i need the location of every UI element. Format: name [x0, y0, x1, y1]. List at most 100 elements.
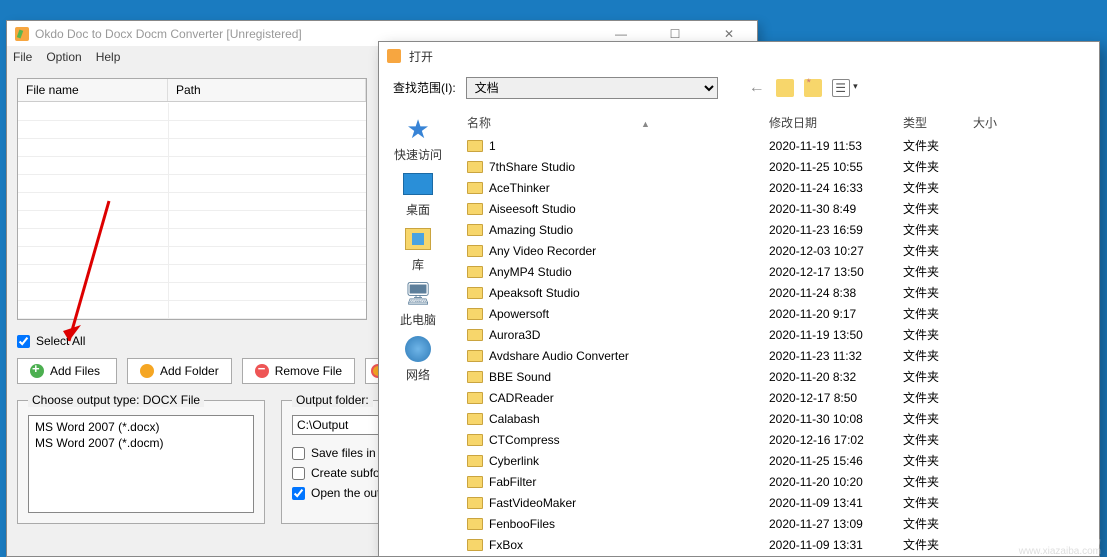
maximize-button[interactable]: ☐	[655, 27, 695, 41]
file-type: 文件夹	[903, 431, 973, 448]
file-row[interactable]: Aurora3D2020-11-19 13:50文件夹	[461, 324, 1089, 345]
library-icon	[405, 228, 431, 250]
scope-select[interactable]: 文档	[466, 77, 718, 99]
file-rows: 12020-11-19 11:53文件夹7thShare Studio2020-…	[461, 135, 1089, 555]
file-date: 2020-12-17 13:50	[769, 265, 903, 279]
add-folder-button[interactable]: Add Folder	[127, 358, 232, 384]
minimize-button[interactable]: —	[601, 27, 641, 41]
file-row[interactable]: BBE Sound2020-11-20 8:32文件夹	[461, 366, 1089, 387]
add-files-button[interactable]: Add Files	[17, 358, 117, 384]
file-date: 2020-11-23 16:59	[769, 223, 903, 237]
menu-option[interactable]: Option	[46, 50, 81, 64]
file-name: Avdshare Audio Converter	[489, 349, 629, 363]
file-row[interactable]: Amazing Studio2020-11-23 16:59文件夹	[461, 219, 1089, 240]
file-row[interactable]: Cyberlink2020-11-25 15:46文件夹	[461, 450, 1089, 471]
opt-save-checkbox[interactable]	[292, 447, 305, 460]
file-name: BBE Sound	[489, 370, 551, 384]
opt-open-checkbox[interactable]	[292, 487, 305, 500]
file-date: 2020-11-24 16:33	[769, 181, 903, 195]
folder-icon	[140, 364, 154, 378]
file-row[interactable]: FxBox2020-11-09 13:31文件夹	[461, 534, 1089, 555]
view-mode-icon[interactable]: ☰	[832, 79, 850, 97]
select-all-checkbox[interactable]	[17, 335, 30, 348]
up-folder-icon[interactable]	[776, 79, 794, 97]
file-grid[interactable]: File name Path	[17, 78, 367, 320]
folder-icon	[467, 371, 483, 383]
file-type: 文件夹	[903, 242, 973, 259]
place-desktop[interactable]: 桌面	[401, 169, 435, 218]
col-name[interactable]: 名称▲	[461, 114, 769, 131]
dialog-title: 打开	[409, 48, 433, 65]
file-row[interactable]: FastVideoMaker2020-11-09 13:41文件夹	[461, 492, 1089, 513]
desktop-icon	[403, 173, 433, 195]
file-type: 文件夹	[903, 389, 973, 406]
folder-icon	[467, 455, 483, 467]
grid-body	[18, 103, 366, 319]
menu-help[interactable]: Help	[96, 50, 121, 64]
file-row[interactable]: Apowersoft2020-11-20 9:17文件夹	[461, 303, 1089, 324]
file-type: 文件夹	[903, 410, 973, 427]
opt-subfolder-label: Create subfol	[311, 466, 382, 480]
new-folder-icon[interactable]	[804, 79, 822, 97]
file-name: FenbooFiles	[489, 517, 555, 531]
col-path[interactable]: Path	[168, 79, 366, 101]
file-row[interactable]: Apeaksoft Studio2020-11-24 8:38文件夹	[461, 282, 1089, 303]
col-filename[interactable]: File name	[18, 79, 168, 101]
file-name: AceThinker	[489, 181, 550, 195]
folder-icon	[467, 266, 483, 278]
file-row[interactable]: 7thShare Studio2020-11-25 10:55文件夹	[461, 156, 1089, 177]
menu-file[interactable]: File	[13, 50, 32, 64]
file-row[interactable]: Calabash2020-11-30 10:08文件夹	[461, 408, 1089, 429]
file-type: 文件夹	[903, 284, 973, 301]
file-date: 2020-11-19 11:53	[769, 139, 903, 153]
place-pc[interactable]: 🖥此电脑	[400, 279, 436, 328]
close-button[interactable]: ✕	[709, 27, 749, 41]
file-date: 2020-11-30 10:08	[769, 412, 903, 426]
remove-file-button[interactable]: Remove File	[242, 358, 355, 384]
file-row[interactable]: FabFilter2020-11-20 10:20文件夹	[461, 471, 1089, 492]
opt-subfolder-checkbox[interactable]	[292, 467, 305, 480]
file-date: 2020-12-16 17:02	[769, 433, 903, 447]
nav-icons: ← ☰	[748, 79, 850, 97]
file-list: 名称▲ 修改日期 类型 大小 1 2020-11-19 11:53 文件夹 7thSh…	[457, 106, 1099, 556]
file-name: CTCompress	[489, 433, 560, 447]
file-row[interactable]: CADReader2020-12-17 8:50文件夹	[461, 387, 1089, 408]
file-name: FastVideoMaker	[489, 496, 576, 510]
col-type[interactable]: 类型	[903, 114, 973, 131]
folder-icon	[467, 434, 483, 446]
col-date[interactable]: 修改日期	[769, 114, 903, 131]
file-name: 7thShare Studio	[489, 160, 575, 174]
back-icon[interactable]: ←	[748, 79, 766, 97]
file-row[interactable]: 12020-11-19 11:53文件夹	[461, 135, 1089, 156]
place-network[interactable]: 网络	[401, 334, 435, 383]
folder-icon	[467, 539, 483, 551]
sort-indicator-icon: ▲	[641, 119, 650, 129]
file-grid-header: File name Path	[18, 79, 366, 102]
file-row[interactable]: FenbooFiles2020-11-27 13:09文件夹	[461, 513, 1089, 534]
output-type-list[interactable]: MS Word 2007 (*.docx) MS Word 2007 (*.do…	[28, 415, 254, 513]
places-bar: ★快速访问 桌面 库 🖥此电脑 网络	[379, 106, 457, 556]
file-date: 2020-11-25 15:46	[769, 454, 903, 468]
folder-icon	[467, 140, 483, 152]
file-row[interactable]: AceThinker 2020-11-24 16:33文件夹	[461, 177, 1089, 198]
file-date: 2020-11-24 8:38	[769, 286, 903, 300]
file-row[interactable]: AnyMP4 Studio2020-12-17 13:50文件夹	[461, 261, 1089, 282]
file-row[interactable]: Any Video Recorder2020-12-03 10:27文件夹	[461, 240, 1089, 261]
type-option-docm[interactable]: MS Word 2007 (*.docm)	[35, 435, 247, 451]
folder-icon	[467, 497, 483, 509]
select-all-label: Select All	[36, 334, 85, 348]
window-title: Okdo Doc to Docx Docm Converter [Unregis…	[35, 27, 601, 41]
file-type: 文件夹	[903, 179, 973, 196]
open-dialog: 打开 查找范围(I): 文档 ← ☰ ★快速访问 桌面 库 🖥此电脑 网络 名称…	[378, 41, 1100, 557]
col-size[interactable]: 大小	[973, 114, 1089, 131]
place-quick[interactable]: ★快速访问	[394, 114, 442, 163]
minus-icon	[255, 364, 269, 378]
file-row[interactable]: Aiseesoft Studio2020-11-30 8:49文件夹	[461, 198, 1089, 219]
place-library[interactable]: 库	[401, 224, 435, 273]
file-row[interactable]: CTCompress 2020-12-16 17:02文件夹	[461, 429, 1089, 450]
file-name: 1	[489, 139, 496, 153]
file-date: 2020-11-30 8:49	[769, 202, 903, 216]
file-name: Amazing Studio	[489, 223, 573, 237]
file-row[interactable]: Avdshare Audio Converter2020-11-23 11:32…	[461, 345, 1089, 366]
type-option-docx[interactable]: MS Word 2007 (*.docx)	[35, 419, 247, 435]
